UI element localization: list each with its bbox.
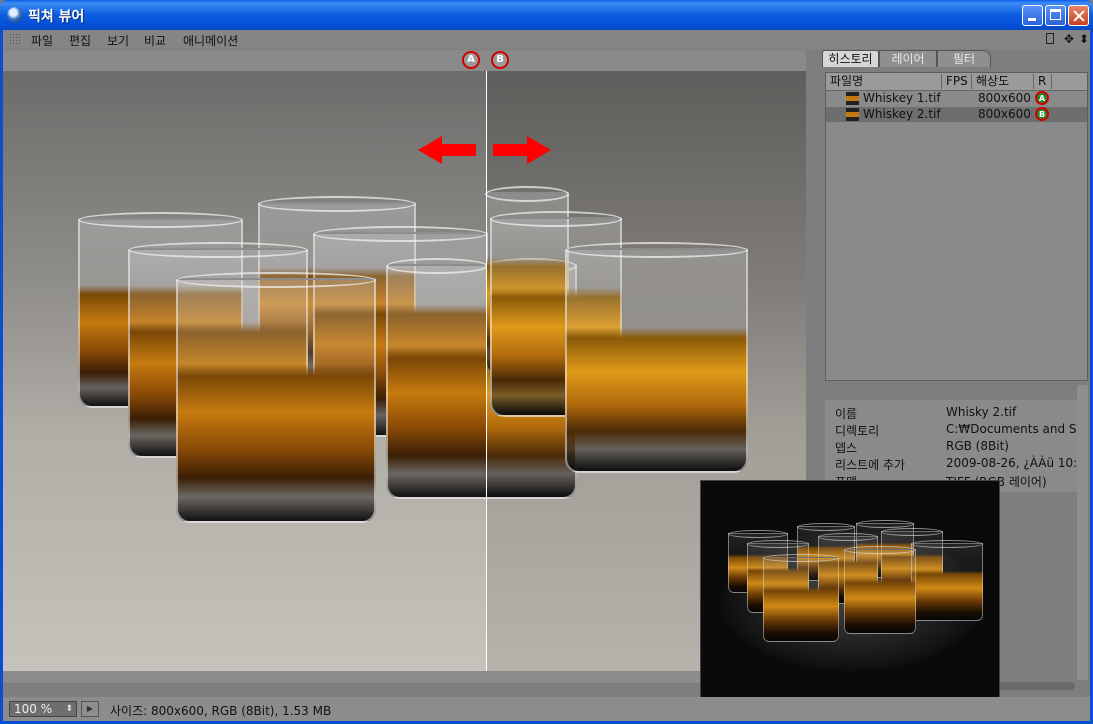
arrow-left-icon: [418, 136, 476, 164]
menu-compare[interactable]: 비교: [144, 32, 166, 49]
info-row: 뎁스 RGB (8Bit): [825, 438, 1077, 455]
history-row[interactable]: Whiskey 1.tif 800x600 A: [826, 91, 1087, 106]
menu-edit[interactable]: 편집: [69, 32, 91, 49]
history-resolution: 800x600: [978, 107, 1031, 121]
info-row: 이름 Whisky 2.tif: [825, 404, 1077, 421]
status-text: 사이즈: 800x600, RGB (8Bit), 1.53 MB: [110, 704, 332, 718]
preview-glass: [911, 540, 983, 621]
panel-vertical-scrollbar[interactable]: [1077, 385, 1088, 680]
history-header: 파일명 FPS 해상도 R: [826, 73, 1087, 91]
badge-b[interactable]: B: [1035, 107, 1049, 121]
arrow-down-icon[interactable]: ⬍: [1077, 32, 1091, 46]
viewer-header: [3, 50, 806, 71]
file-info-table: 이름 Whisky 2.tif 디렉토리 C:₩Documents and S …: [825, 400, 1077, 492]
move-icon[interactable]: ✥: [1062, 32, 1076, 46]
maximize-button[interactable]: [1045, 5, 1066, 26]
play-button[interactable]: ▶: [81, 701, 99, 717]
file-thumbnail-icon: [846, 108, 859, 121]
history-row-selected[interactable]: Whiskey 2.tif 800x600 B: [826, 107, 1087, 122]
info-row: 디렉토리 C:₩Documents and S: [825, 421, 1077, 438]
marker-b[interactable]: B: [491, 51, 509, 69]
spinner-icon[interactable]: ⬍: [65, 702, 73, 716]
zoom-value: 100 %: [14, 702, 53, 716]
status-bar: 100 % ⬍ ▶ 사이즈: 800x600, RGB (8Bit), 1.53…: [3, 697, 1090, 721]
marker-a[interactable]: A: [462, 51, 480, 69]
preview-glass: [844, 546, 916, 634]
zoom-select[interactable]: 100 % ⬍: [9, 701, 77, 717]
info-label: 리스트에 추가: [835, 458, 906, 472]
info-value: RGB (8Bit): [946, 439, 1009, 453]
history-resolution: 800x600: [978, 91, 1031, 105]
menu-bar: 파일 편집 보기 비교 애니메이션 ✥ ⬍: [3, 30, 1090, 49]
compare-split-line[interactable]: [486, 71, 487, 683]
history-list[interactable]: 파일명 FPS 해상도 R Whiskey 1.tif 800x600 A Wh…: [825, 72, 1088, 381]
info-label: 뎁스: [835, 441, 858, 455]
column-resolution[interactable]: 해상도: [972, 74, 1034, 89]
glass: [176, 272, 376, 523]
viewer-scrollbar[interactable]: [3, 671, 806, 683]
menu-animation[interactable]: 애니메이션: [183, 32, 238, 49]
image-viewer[interactable]: A B: [3, 50, 806, 683]
history-filename: Whiskey 2.tif: [863, 107, 941, 121]
history-filename: Whiskey 1.tif: [863, 91, 941, 105]
glass: [565, 242, 748, 473]
arrow-right-icon: [493, 136, 551, 164]
info-label: 이름: [835, 407, 858, 421]
menu-view[interactable]: 보기: [107, 32, 129, 49]
tab-history[interactable]: 히스토리: [822, 50, 879, 67]
menu-file[interactable]: 파일: [31, 32, 53, 49]
panel-toggle-icon[interactable]: [1046, 33, 1054, 44]
info-value: C:₩Documents and S: [946, 422, 1077, 436]
title-bar[interactable]: 픽쳐 뷰어: [0, 0, 1093, 30]
preview-thumbnail: [700, 480, 1000, 706]
grip-icon[interactable]: [9, 33, 21, 45]
info-value: Whisky 2.tif: [946, 405, 1017, 419]
preview-glass: [763, 554, 839, 642]
info-row: 리스트에 추가 2009-08-26, ¿ÀÀü 10:0: [825, 455, 1077, 472]
column-filename[interactable]: 파일명: [826, 74, 942, 89]
file-thumbnail-icon: [846, 92, 859, 105]
tab-layers[interactable]: 레이어: [879, 50, 937, 67]
column-fps[interactable]: FPS: [942, 74, 972, 89]
close-button[interactable]: [1068, 5, 1089, 26]
window-title: 픽쳐 뷰어: [28, 9, 85, 25]
tab-filter[interactable]: 필터: [937, 50, 991, 67]
column-r[interactable]: R: [1034, 74, 1052, 89]
info-value: 2009-08-26, ¿ÀÀü 10:0: [946, 456, 1077, 470]
minimize-button[interactable]: [1022, 5, 1043, 26]
badge-a[interactable]: A: [1035, 91, 1049, 105]
app-icon: [7, 7, 23, 23]
info-label: 디렉토리: [835, 424, 880, 438]
glass: [386, 258, 488, 499]
